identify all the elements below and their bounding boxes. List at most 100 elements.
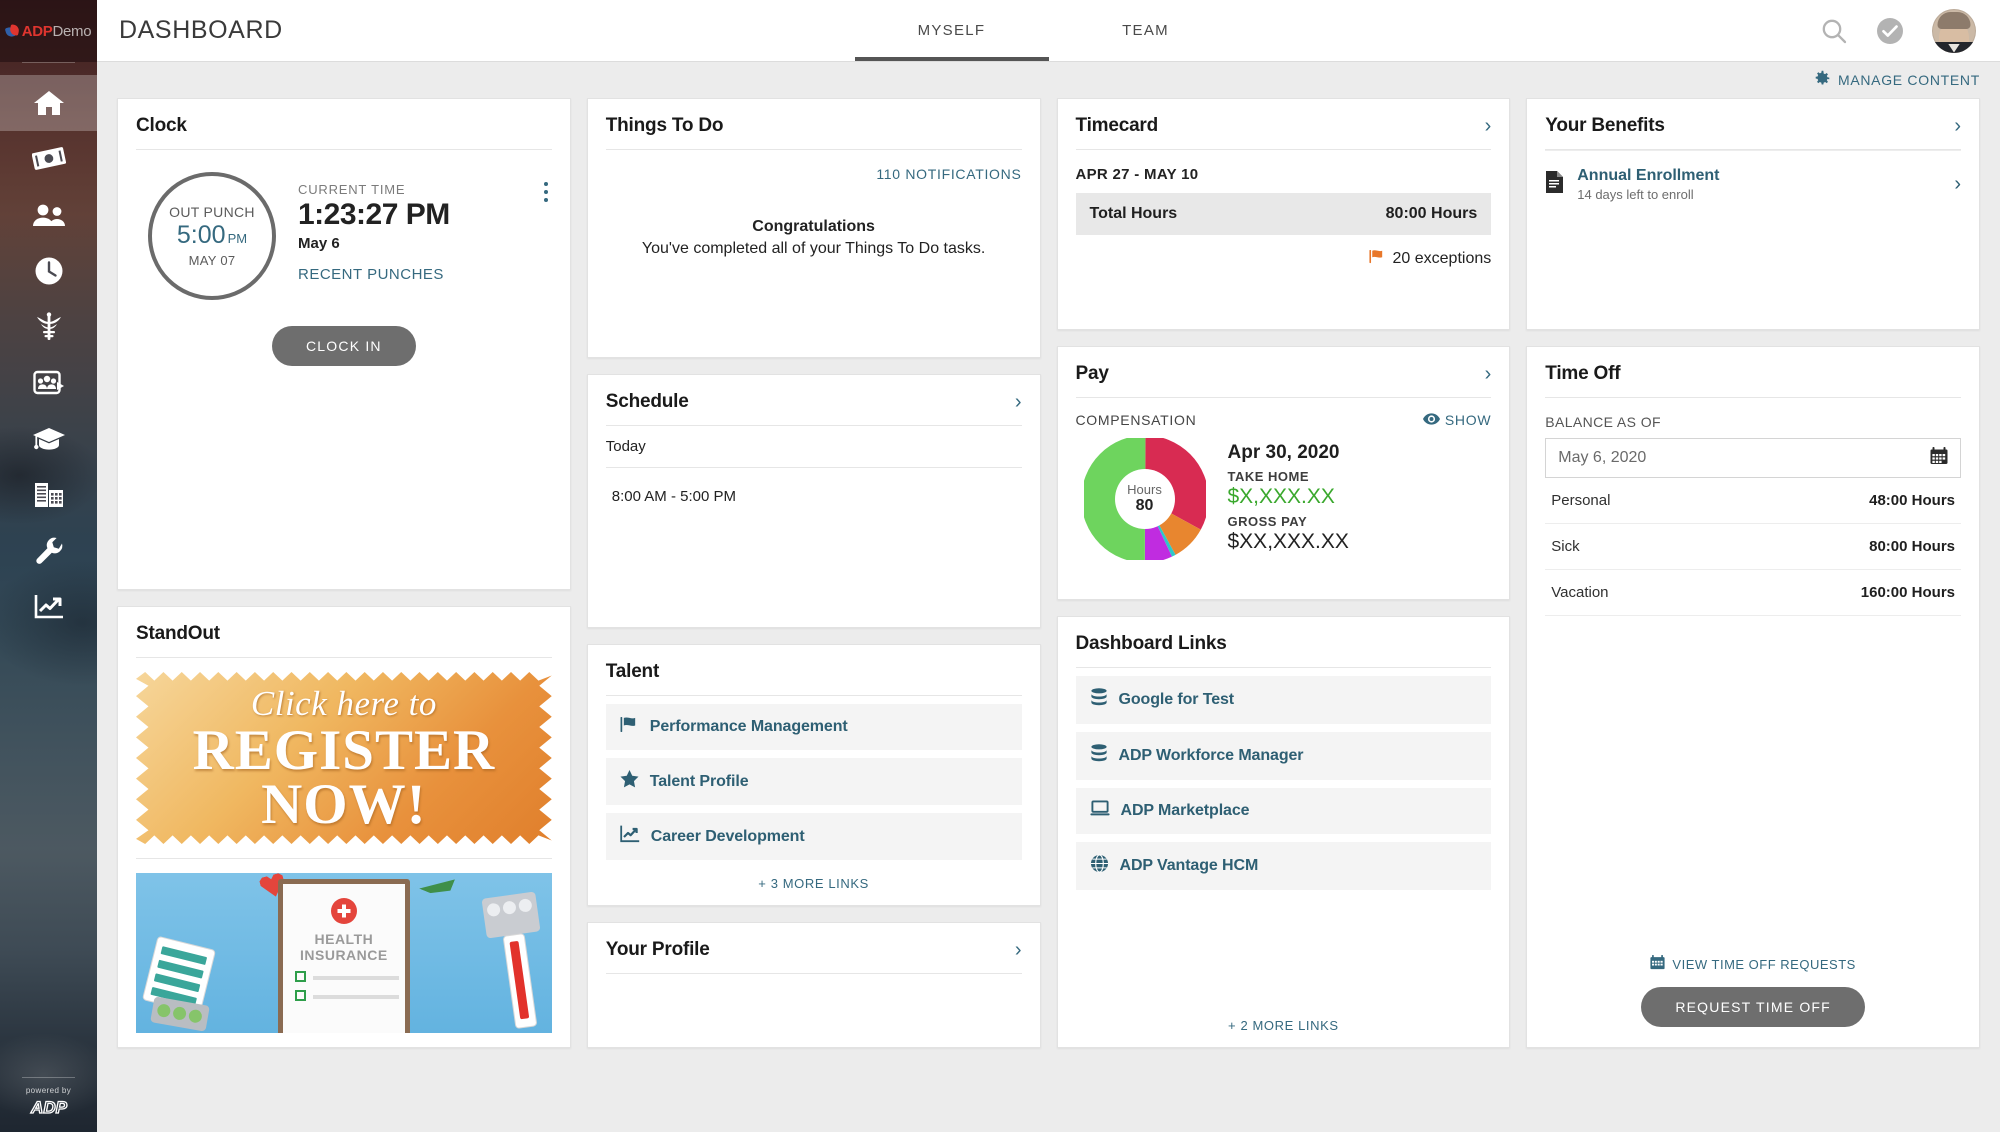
your-profile-header: Your Profile › (605, 923, 1022, 974)
dashboard-link-adp-vantage-hcm[interactable]: ADP Vantage HCM (1075, 842, 1492, 890)
app-root: ADPDemo powered by ADP DASHBOARD MYSELF … (0, 0, 2000, 1132)
talent-title: Talent (605, 661, 660, 682)
avatar[interactable] (1932, 8, 1976, 53)
manage-content-button[interactable]: MANAGE CONTENT (1814, 70, 1980, 90)
take-home-value: $X,XXX.XX (1227, 485, 1335, 508)
standout-card-title: StandOut (136, 623, 220, 644)
clock-dial-date: MAY 07 (188, 252, 236, 268)
talent-link-talent-profile[interactable]: Talent Profile (605, 758, 1022, 805)
current-time-value: 1:23:27 PM (298, 198, 450, 231)
time-off-type: Vacation (1551, 584, 1609, 601)
tab-team[interactable]: TEAM (1049, 0, 1243, 61)
request-time-off-button[interactable]: REQUEST TIME OFF (1641, 987, 1865, 1027)
your-profile-card: Your Profile › (586, 922, 1041, 1048)
health-insurance-label: HEALTH INSURANCE (300, 931, 388, 964)
chevron-right-icon[interactable]: › (1015, 392, 1022, 412)
chart-line-icon (620, 825, 640, 848)
timecard-exceptions[interactable]: 20 exceptions (1076, 249, 1492, 269)
clock-card-header: Clock (136, 99, 552, 150)
sidebar-item-time[interactable] (0, 243, 97, 299)
building-icon (33, 481, 65, 509)
schedule-today-label: Today (605, 426, 1022, 468)
topbar-tabs: MYSELF TEAM (854, 0, 1243, 61)
tab-myself[interactable]: MYSELF (854, 0, 1049, 61)
sidebar-footer-divider (22, 1077, 75, 1078)
graduation-cap-icon (32, 426, 66, 452)
dashboard-link-adp-marketplace[interactable]: ADP Marketplace (1075, 788, 1492, 834)
balance-as-of-label: BALANCE AS OF (1545, 414, 1661, 430)
dashboard-link-adp-workforce-manager[interactable]: ADP Workforce Manager (1075, 732, 1492, 780)
sidebar-item-tools[interactable] (0, 523, 97, 579)
balance-date-input[interactable]: May 6, 2020 (1545, 438, 1961, 478)
your-profile-title: Your Profile (605, 939, 710, 960)
sidebar-item-talent[interactable] (0, 355, 97, 411)
pay-show-toggle[interactable]: SHOW (1422, 412, 1491, 428)
sidebar-item-learning[interactable] (0, 411, 97, 467)
sidebar-item-benefits[interactable] (0, 299, 97, 355)
timecard-total-label: Total Hours (1089, 205, 1178, 222)
recent-punches-link[interactable]: RECENT PUNCHES (298, 266, 552, 283)
sidebar-item-pay[interactable] (0, 131, 97, 187)
notifications-link[interactable]: 110 NOTIFICATIONS (606, 166, 1022, 182)
clock-dial-time: 5:00 PM (176, 221, 248, 250)
benefits-item-subtitle: 14 days left to enroll (1577, 187, 1694, 202)
flag-icon (1368, 249, 1386, 269)
search-icon[interactable] (1820, 17, 1848, 45)
clock-in-button[interactable]: CLOCK IN (272, 326, 416, 366)
sidebar-logo[interactable]: ADPDemo (0, 0, 97, 62)
clock-button-row: CLOCK IN (136, 326, 552, 366)
timecard-total-row: Total Hours 80:00 Hours (1075, 193, 1492, 235)
talent-more-links[interactable]: + 3 MORE LINKS (606, 860, 1022, 891)
database-icon (1090, 688, 1108, 712)
chevron-right-icon[interactable]: › (1954, 116, 1961, 136)
things-to-do-header: Things To Do (605, 99, 1022, 150)
chevron-right-icon[interactable]: › (1485, 364, 1492, 384)
balance-date-value: May 6, 2020 (1558, 449, 1647, 466)
take-home-label: TAKE HOME (1227, 469, 1310, 484)
timecard-total-value: 80:00 Hours (1385, 205, 1478, 222)
money-icon (31, 147, 66, 171)
benefits-item-title: Annual Enrollment (1577, 167, 1720, 184)
sidebar-nav (0, 75, 97, 635)
schedule-header: Schedule › (605, 375, 1022, 426)
dashboard-link-google-for-test[interactable]: Google for Test (1075, 676, 1492, 724)
view-time-off-requests-label: VIEW TIME OFF REQUESTS (1672, 956, 1856, 972)
timecard-exceptions-label: 20 exceptions (1392, 250, 1492, 267)
view-time-off-requests-link[interactable]: VIEW TIME OFF REQUESTS (1650, 955, 1855, 973)
dashboard-link-label: ADP Workforce Manager (1118, 747, 1304, 764)
clock-card: Clock OUT PUNCH 5:00 PM MAY 07 CURRENT TI… (117, 98, 571, 590)
sidebar-item-reports[interactable] (0, 579, 97, 635)
check-circle-icon[interactable] (1876, 17, 1904, 45)
pay-body: Hours 80 Apr 30, 2020 TAKE HOME $X,XXX.X… (1076, 435, 1492, 563)
compensation-donut-chart: Hours 80 (1080, 435, 1209, 563)
topbar: DASHBOARD MYSELF TEAM (97, 0, 2000, 62)
dashboard-links-more[interactable]: + 2 MORE LINKS (1076, 1002, 1492, 1033)
standout-health-insurance-banner[interactable]: HEALTH INSURANCE (136, 873, 552, 1033)
chevron-right-icon[interactable]: › (1015, 940, 1022, 960)
talent-card: Talent Performance Management Talent Pro… (586, 644, 1041, 906)
standout-register-banner[interactable]: Click here to REGISTER NOW! (136, 672, 552, 844)
sidebar-item-myteam[interactable] (0, 187, 97, 243)
eye-icon (1422, 412, 1440, 428)
chevron-right-icon[interactable]: › (1954, 173, 1961, 196)
health-insurance-clipboard: HEALTH INSURANCE (277, 879, 410, 1033)
pay-date: Apr 30, 2020 (1227, 442, 1340, 463)
benefits-item-texts: Annual Enrollment 14 days left to enroll (1577, 167, 1941, 202)
clock-icon (34, 256, 64, 286)
talent-link-career-development[interactable]: Career Development (605, 813, 1022, 860)
talent-link-performance-management[interactable]: Performance Management (605, 704, 1022, 750)
talent-link-label: Performance Management (649, 718, 848, 735)
standout-banner-line1: Click here to (250, 684, 437, 724)
calendar-icon[interactable] (1930, 446, 1948, 470)
sidebar-item-home[interactable] (0, 75, 97, 131)
dashboard-column-1: Clock OUT PUNCH 5:00 PM MAY 07 CURRENT TI… (117, 98, 571, 1048)
schedule-card: Schedule › Today 8:00 AM - 5:00 PM (586, 374, 1041, 628)
benefits-item-annual-enrollment[interactable]: Annual Enrollment 14 days left to enroll… (1545, 150, 1961, 216)
globe-icon (1090, 854, 1109, 878)
standout-banner-line2: REGISTER (192, 719, 496, 783)
chevron-right-icon[interactable]: › (1485, 116, 1492, 136)
sidebar-item-company[interactable] (0, 467, 97, 523)
adp-logo-icon (4, 23, 20, 38)
kebab-menu-icon[interactable] (540, 178, 552, 206)
dashboard-links-card: Dashboard Links Google for Test ADP Work… (1056, 616, 1511, 1048)
